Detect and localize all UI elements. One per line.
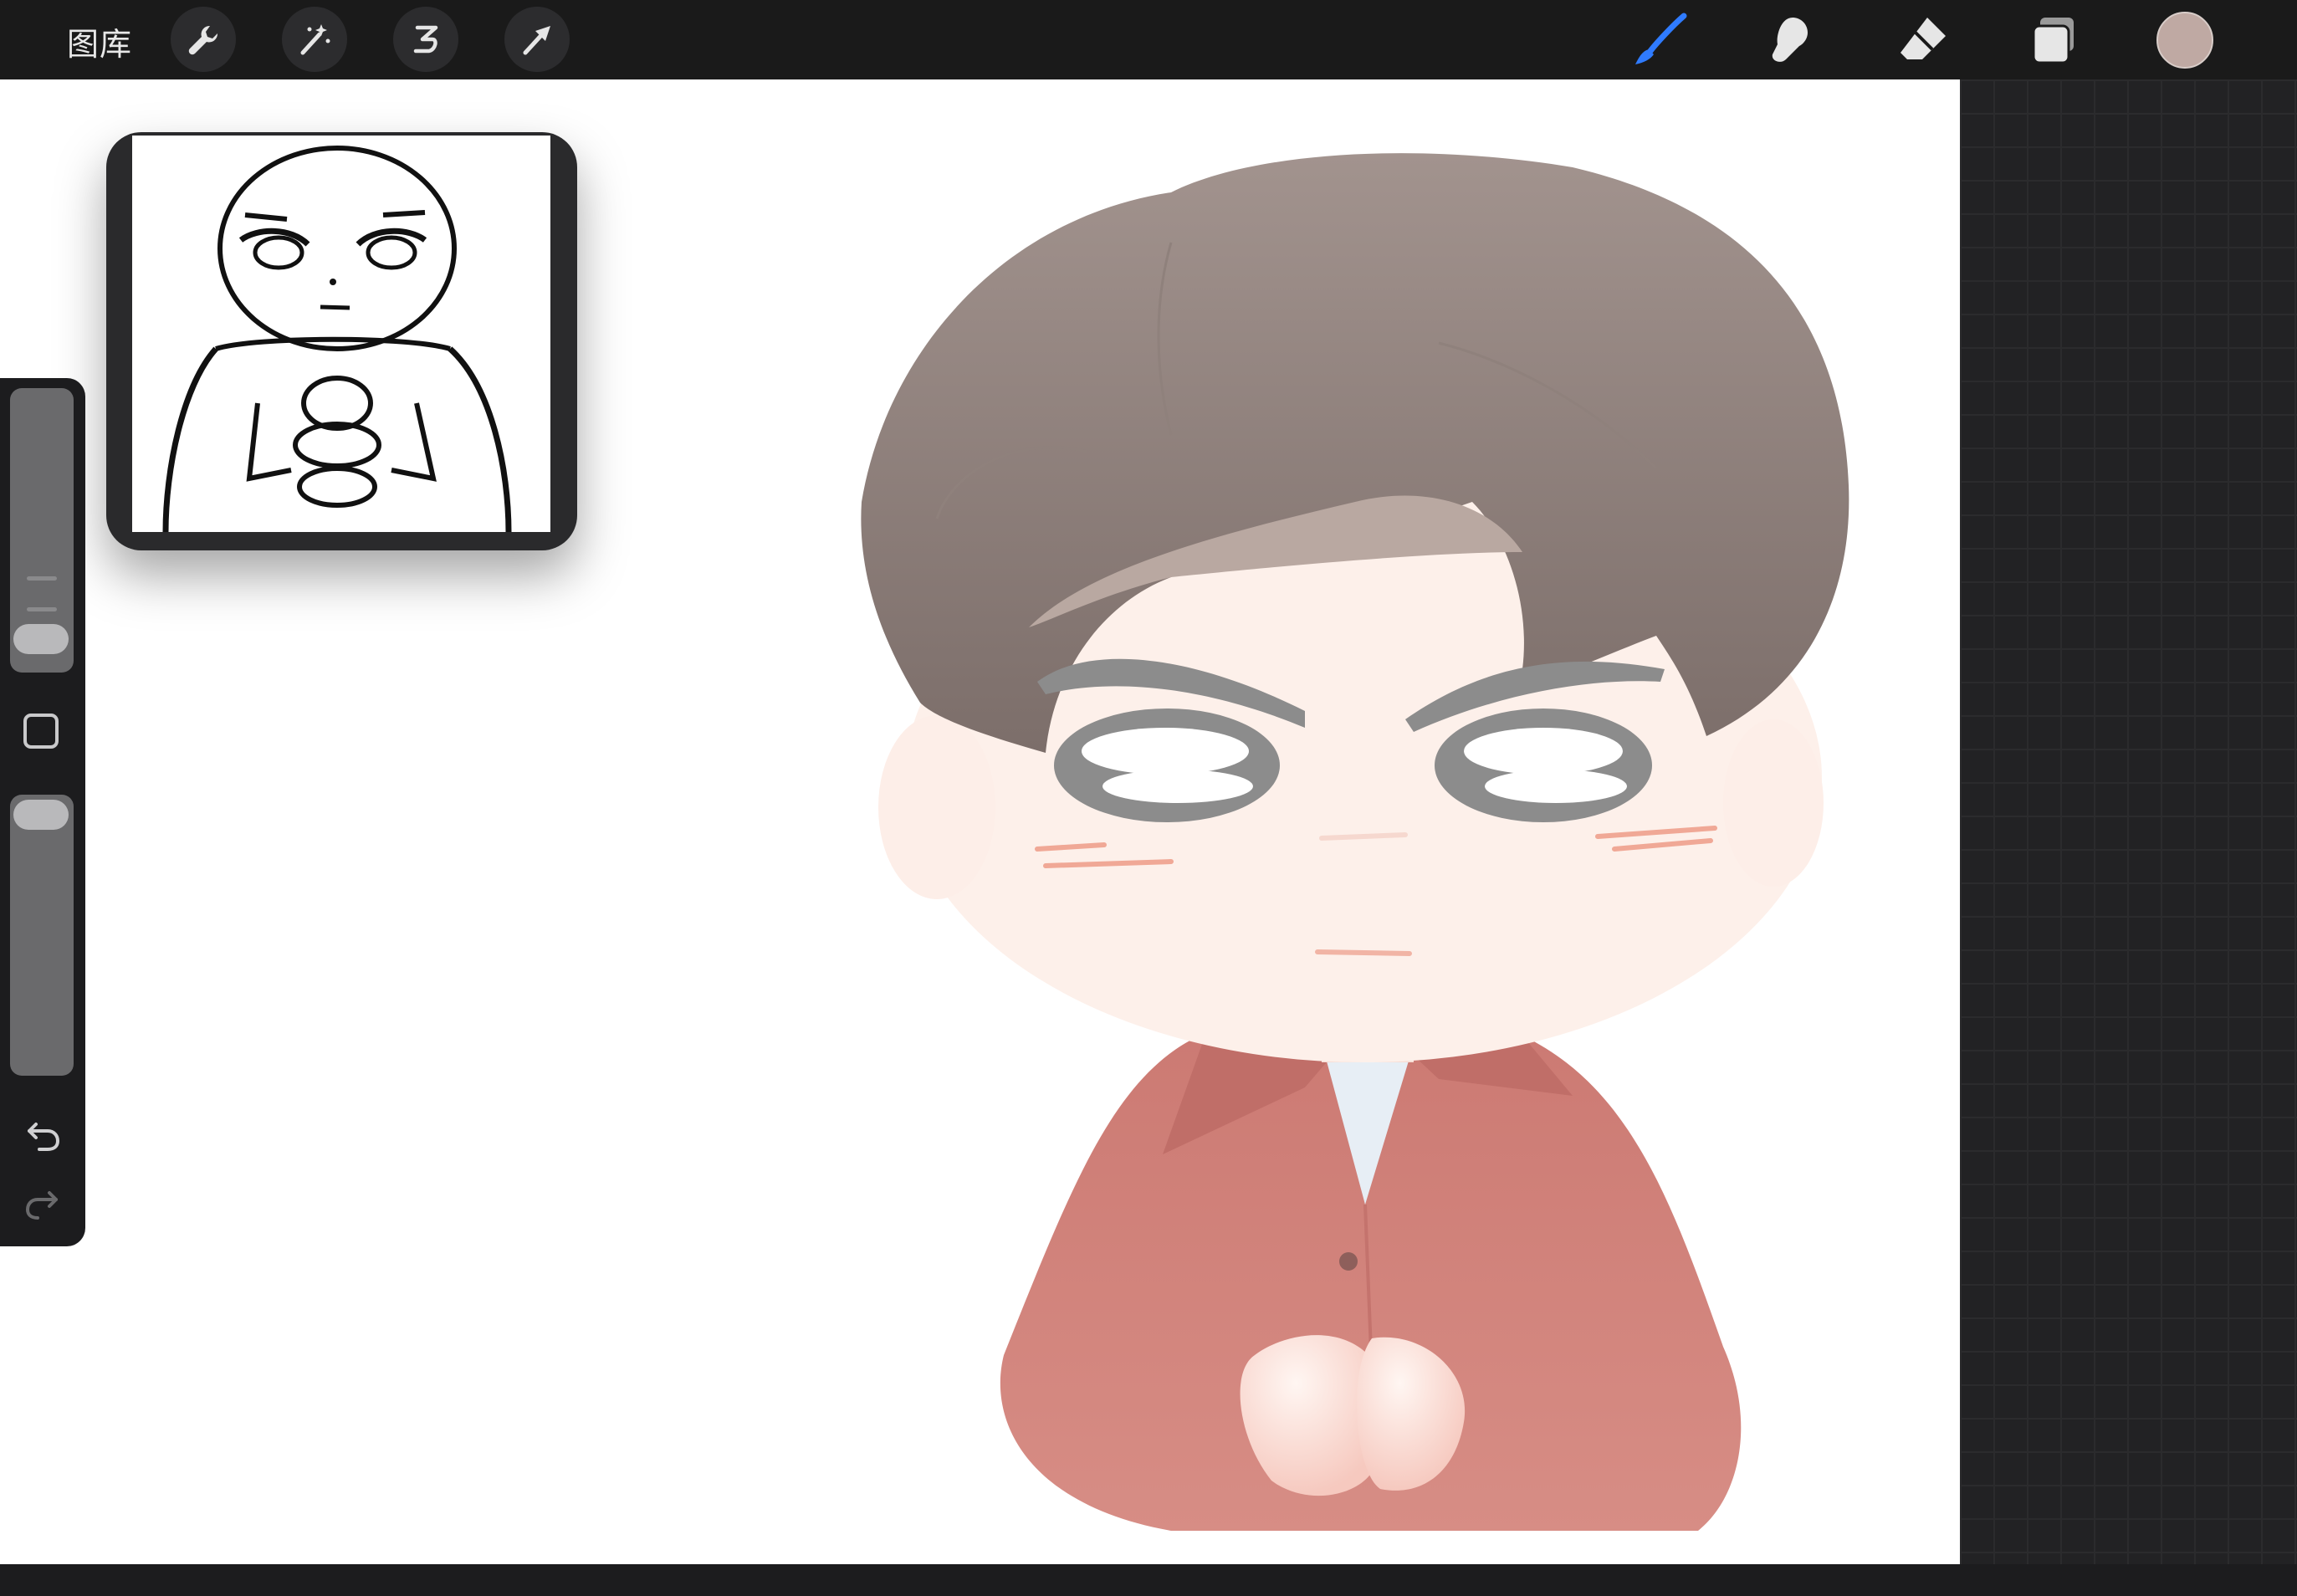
- brush-size-knob[interactable]: [13, 624, 69, 654]
- arrow-cursor-icon: [523, 26, 550, 55]
- drawing-canvas[interactable]: [0, 79, 1960, 1564]
- selection-s-icon: [413, 25, 438, 54]
- canvas-background: [1960, 79, 2297, 1564]
- brush-icon: [1635, 13, 1687, 64]
- magic-wand-icon: [300, 24, 330, 55]
- layers-tool[interactable]: [2021, 7, 2088, 74]
- undo-icon: [28, 1123, 60, 1151]
- wrench-icon: [188, 25, 218, 55]
- adjustments-button[interactable]: [282, 7, 347, 72]
- opacity-knob[interactable]: [13, 800, 69, 830]
- color-swatch[interactable]: [2156, 12, 2213, 69]
- reference-window[interactable]: [106, 132, 577, 550]
- selection-button[interactable]: [393, 7, 458, 72]
- brush-tool[interactable]: [1626, 7, 1693, 74]
- undo-button[interactable]: [21, 1113, 64, 1156]
- sidebar: [0, 378, 85, 1246]
- eraser-tool[interactable]: [1890, 7, 1957, 74]
- redo-icon: [25, 1191, 58, 1220]
- gallery-button[interactable]: 图库: [67, 18, 132, 64]
- transform-button[interactable]: [504, 7, 570, 72]
- smudge-tool[interactable]: [1758, 7, 1825, 74]
- modifier-button[interactable]: [23, 714, 59, 749]
- redo-button[interactable]: [21, 1181, 64, 1225]
- opacity-slider[interactable]: [10, 795, 74, 1076]
- smudge-icon: [1772, 18, 1808, 62]
- actions-button[interactable]: [171, 7, 236, 72]
- bottom-strip: [0, 1564, 2297, 1596]
- eraser-icon: [1901, 18, 1946, 59]
- reference-image: [132, 136, 550, 533]
- layers-icon: [2032, 18, 2074, 64]
- brush-size-slider[interactable]: [10, 388, 74, 673]
- top-toolbar: 图库: [0, 0, 2297, 79]
